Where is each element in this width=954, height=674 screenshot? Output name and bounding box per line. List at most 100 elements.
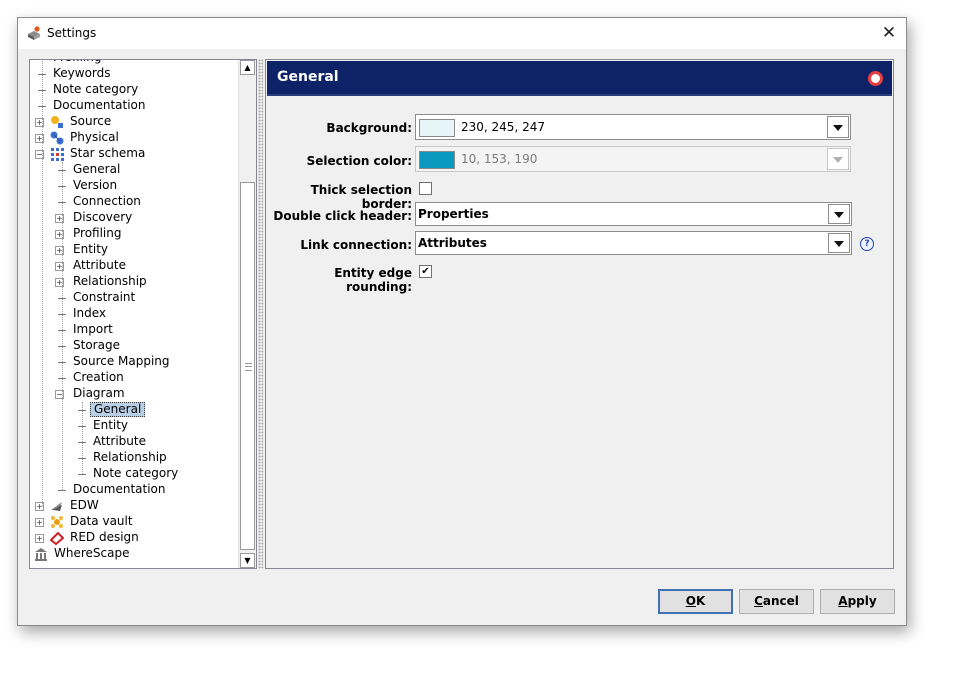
tree-item[interactable]: − Star schema xyxy=(30,146,238,162)
tree-item-label: Connection xyxy=(73,194,141,208)
tree-item-label: Import xyxy=(73,322,113,336)
chevron-down-icon xyxy=(833,125,843,131)
tree-item[interactable]: + Physical xyxy=(30,130,238,146)
double-click-header-value: Properties xyxy=(418,207,489,221)
cancel-button[interactable]: Cancel xyxy=(739,589,814,614)
scroll-grip-icon xyxy=(245,363,252,371)
background-color-combo[interactable]: 230, 245, 247 xyxy=(415,114,851,140)
tree-item-label: Physical xyxy=(70,130,119,144)
thick-selection-border-checkbox[interactable] xyxy=(419,182,432,195)
link-connection-label: Link connection: xyxy=(300,238,412,252)
tree-item[interactable]: + RED design xyxy=(30,530,238,546)
panel-header: General xyxy=(267,61,892,96)
scroll-down-icon[interactable]: ▼ xyxy=(240,553,255,568)
tree-list: ProfilingKeywordsNote categoryDocumentat… xyxy=(30,60,238,562)
selection-color-dropdown-button[interactable] xyxy=(827,148,849,170)
expand-icon[interactable]: + xyxy=(35,534,44,543)
tree-item-label: Profiling xyxy=(73,226,122,240)
tree-item[interactable]: WhereScape xyxy=(30,546,238,562)
tree-item-label: Attribute xyxy=(93,434,146,448)
chevron-down-icon xyxy=(834,212,844,218)
tree-item[interactable]: + EDW xyxy=(30,498,238,514)
tree-guide-line xyxy=(82,402,83,474)
scroll-thumb[interactable] xyxy=(240,182,255,550)
tree-item-label: Entity xyxy=(73,242,109,256)
scroll-up-icon[interactable]: ▲ xyxy=(240,60,255,75)
settings-content: General Background: 230, 245, 247 Select… xyxy=(265,59,894,569)
tree-item[interactable]: Documentation xyxy=(30,98,238,114)
tree-item-label: General xyxy=(73,162,121,176)
window-title: Settings xyxy=(47,26,97,40)
tree-item-label: General xyxy=(90,402,146,417)
apply-mnemonic: A xyxy=(838,594,848,608)
tree-item-label: Note category xyxy=(53,82,139,96)
chevron-down-icon xyxy=(834,241,844,247)
tree-item-label: Version xyxy=(73,178,118,192)
edw-icon xyxy=(50,499,64,513)
tree-item-label: Profiling xyxy=(50,60,105,65)
tree-guide-line xyxy=(42,60,43,506)
tree-viewport: ProfilingKeywordsNote categoryDocumentat… xyxy=(30,60,238,568)
selection-color-swatch xyxy=(419,151,455,169)
ok-label: K xyxy=(695,594,706,608)
star-schema-icon xyxy=(50,147,64,161)
lifebuoy-help-icon[interactable] xyxy=(868,71,883,86)
tree-item-label: Data vault xyxy=(70,514,133,528)
tree-connector xyxy=(78,474,86,475)
tree-item-label: Keywords xyxy=(53,66,111,80)
double-click-header-label: Double click header: xyxy=(273,209,412,223)
apply-label: pply xyxy=(847,594,877,608)
link-connection-value: Attributes xyxy=(418,236,487,250)
expand-icon[interactable]: + xyxy=(35,518,44,527)
tree-item[interactable]: + Source xyxy=(30,114,238,130)
tree-item-label: Note category xyxy=(93,466,179,480)
cancel-mnemonic: C xyxy=(754,594,763,608)
background-color-value: 230, 245, 247 xyxy=(461,120,545,134)
chevron-down-icon xyxy=(833,157,843,163)
double-click-header-select[interactable]: Properties xyxy=(415,202,852,226)
cancel-label: ancel xyxy=(762,594,799,608)
question-help-icon[interactable]: ? xyxy=(860,237,874,251)
selection-color-value: 10, 153, 190 xyxy=(461,152,538,166)
double-click-header-dropdown-button[interactable] xyxy=(828,204,850,224)
apply-button[interactable]: Apply xyxy=(820,589,895,614)
tree-item-label: Star schema xyxy=(70,146,146,160)
panel-splitter[interactable] xyxy=(258,59,263,569)
background-color-swatch xyxy=(419,119,455,137)
settings-tree: ProfilingKeywordsNote categoryDocumentat… xyxy=(29,59,257,569)
title-bar: Settings ✕ xyxy=(18,18,906,49)
ok-button[interactable]: OK xyxy=(658,589,733,614)
settings-window: Settings ✕ ProfilingKeywordsNote categor… xyxy=(17,17,907,626)
panel-title: General xyxy=(277,69,339,85)
tree-item-label: Entity xyxy=(93,418,129,432)
tree-item-label: Documentation xyxy=(73,482,166,496)
tree-item[interactable]: Keywords xyxy=(30,66,238,82)
tree-item-label: Creation xyxy=(73,370,124,384)
tree-item-label: Diagram xyxy=(73,386,125,400)
link-connection-dropdown-button[interactable] xyxy=(828,233,850,253)
background-label: Background: xyxy=(326,121,412,135)
entity-edge-rounding-checkbox[interactable]: ✔ xyxy=(419,265,432,278)
tree-item-label: Constraint xyxy=(73,290,136,304)
thick-selection-border-label: Thick selection border: xyxy=(310,183,412,211)
tree-item-label: Documentation xyxy=(53,98,146,112)
ok-mnemonic: O xyxy=(685,594,696,608)
tree-scrollbar[interactable]: ▲ ▼ xyxy=(238,60,256,568)
tree-item-label: Relationship xyxy=(93,450,167,464)
tree-item-label: Discovery xyxy=(73,210,133,224)
link-connection-select[interactable]: Attributes xyxy=(415,231,852,255)
source-icon xyxy=(50,115,64,129)
tree-guide-line xyxy=(62,162,63,490)
tree-item-label: Index xyxy=(73,306,107,320)
tree-item[interactable]: + Data vault xyxy=(30,514,238,530)
selection-color-combo[interactable]: 10, 153, 190 xyxy=(415,146,851,172)
background-dropdown-button[interactable] xyxy=(827,116,849,138)
tree-item-label: Relationship xyxy=(73,274,147,288)
close-icon[interactable]: ✕ xyxy=(878,22,900,44)
entity-edge-rounding-label: Entity edge rounding: xyxy=(334,266,412,294)
tree-item[interactable]: Note category xyxy=(30,82,238,98)
tree-item-label: Attribute xyxy=(73,258,126,272)
physical-icon xyxy=(50,131,64,145)
tree-item-label: Source Mapping xyxy=(73,354,170,368)
tree-item-label: Source xyxy=(70,114,112,128)
